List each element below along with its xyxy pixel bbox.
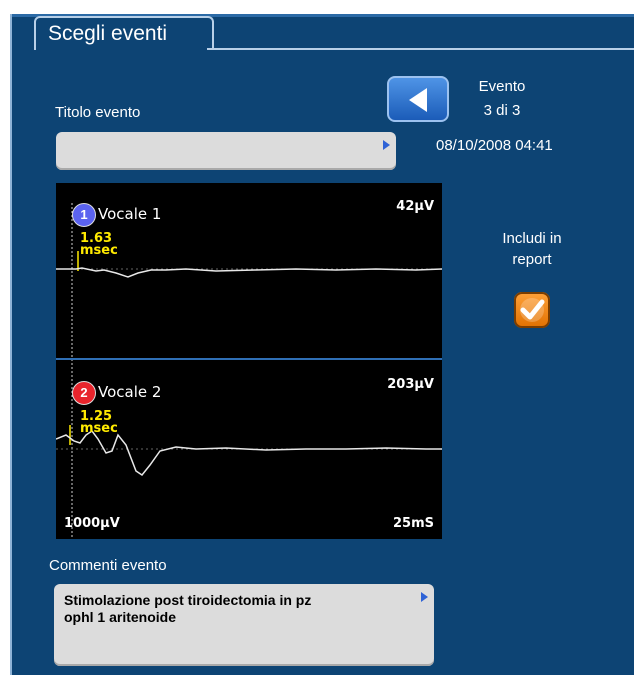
trace-1-badge: 1 <box>72 203 96 227</box>
trace-2-latency-unit: msec <box>80 421 118 436</box>
trace-1 <box>56 267 442 278</box>
trace-1-amplitude: 42µV <box>396 199 434 214</box>
trace-1-latency-unit: msec <box>80 243 118 258</box>
trace-1-latency: 1.63 msec <box>80 232 118 258</box>
comments-field[interactable]: Stimolazione post tiroidectomia in pz op… <box>54 584 434 666</box>
event-counter: 3 di 3 <box>483 102 521 119</box>
comments-line1: Stimolazione post tiroidectomia in pz <box>64 592 312 608</box>
trace-2 <box>56 429 442 477</box>
triangle-right-icon <box>421 592 428 602</box>
event-nav-label: Evento <box>478 78 526 95</box>
event-datetime: 08/10/2008 04:41 <box>436 137 553 154</box>
include-report-label-line1: Includi in <box>502 230 562 247</box>
tab-divider <box>207 48 634 50</box>
event-title-label: Titolo evento <box>55 104 141 121</box>
comments-text: Stimolazione post tiroidectomia in pz op… <box>64 592 311 626</box>
previous-event-button[interactable] <box>387 76 449 122</box>
checkmark-icon <box>520 298 545 322</box>
include-report-checkbox[interactable] <box>514 292 550 328</box>
event-title-field[interactable] <box>56 132 396 170</box>
back-arrow-icon <box>409 88 427 112</box>
trace-2-badge: 2 <box>72 381 96 405</box>
comments-line2: ophl 1 aritenoide <box>64 609 177 625</box>
triangle-right-icon <box>383 140 390 150</box>
trace-2-amplitude: 203µV <box>387 377 434 392</box>
trace-2-name: Vocale 2 <box>98 383 162 401</box>
trace-divider <box>56 358 442 360</box>
comments-label: Commenti evento <box>49 557 167 574</box>
event-panel: Scegli eventi Titolo evento Evento 3 di … <box>10 14 634 675</box>
tab-scegli-eventi[interactable]: Scegli eventi <box>34 16 214 50</box>
include-report-label-line2: report <box>512 251 552 268</box>
horizontal-scale: 25mS <box>393 516 434 531</box>
waveform-display: 1 Vocale 1 42µV 1.63 msec 2 Vocale 2 203… <box>56 183 442 539</box>
vertical-scale: 1000µV <box>64 516 120 531</box>
trace-2-latency: 1.25 msec <box>80 410 118 436</box>
trace-1-name: Vocale 1 <box>98 205 162 223</box>
